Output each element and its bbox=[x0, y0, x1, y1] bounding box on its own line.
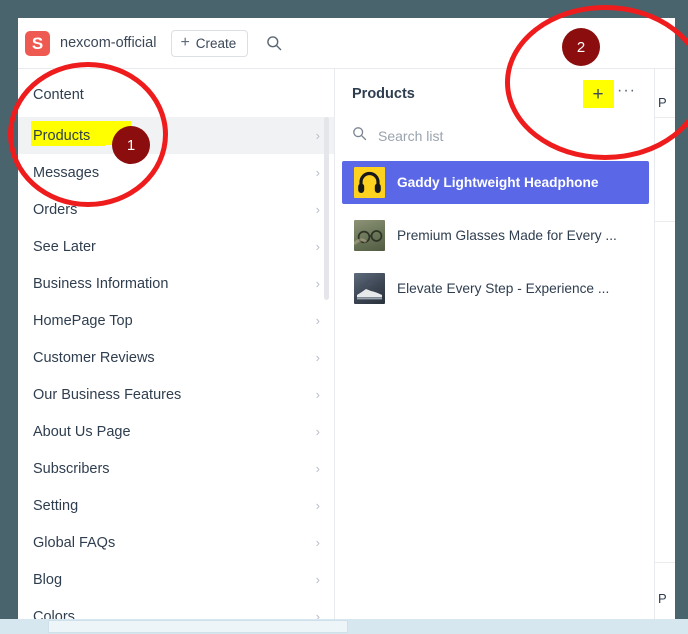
sidebar-item-orders[interactable]: Orders › bbox=[18, 191, 334, 228]
top-bar: S nexcom-official + Create bbox=[18, 18, 675, 69]
create-button[interactable]: + Create bbox=[171, 29, 249, 57]
brand-name: nexcom-official bbox=[60, 35, 157, 51]
detail-panel-divider bbox=[655, 221, 675, 222]
sidebar-item-blog[interactable]: Blog › bbox=[18, 561, 334, 598]
list-panel: Products + ··· Search list Gaddy Lightwe… bbox=[335, 69, 655, 619]
sidebar-item-setting[interactable]: Setting › bbox=[18, 487, 334, 524]
product-thumbnail-headphone bbox=[354, 167, 385, 198]
sidebar-item-global-faqs[interactable]: Global FAQs › bbox=[18, 524, 334, 561]
sidebar-item-our-business-features[interactable]: Our Business Features › bbox=[18, 376, 334, 413]
sidebar-item-see-later[interactable]: See Later › bbox=[18, 228, 334, 265]
sidebar-item-subscribers[interactable]: Subscribers › bbox=[18, 450, 334, 487]
chevron-right-icon: › bbox=[315, 239, 320, 254]
chevron-right-icon: › bbox=[315, 609, 320, 619]
sidebar-item-label: Products bbox=[33, 127, 91, 144]
sidebar-item-label: Global FAQs bbox=[33, 534, 116, 551]
detail-panel-clipped-text: P bbox=[658, 591, 667, 606]
product-thumbnail-shoe bbox=[354, 273, 385, 304]
sidebar-item-label: About Us Page bbox=[33, 423, 131, 440]
sidebar-item-label: Subscribers bbox=[33, 460, 110, 477]
chevron-right-icon: › bbox=[315, 498, 320, 513]
detail-panel-divider bbox=[655, 117, 675, 118]
brand-logo[interactable]: S bbox=[25, 30, 50, 56]
create-button-label: Create bbox=[195, 35, 237, 51]
product-thumbnail-glasses bbox=[354, 220, 385, 251]
body-columns: Content Products › Messages › Orders › S… bbox=[18, 69, 675, 619]
sidebar-item-label: Customer Reviews bbox=[33, 349, 155, 366]
list-search-placeholder: Search list bbox=[378, 128, 444, 144]
search-icon[interactable] bbox=[264, 33, 284, 53]
sidebar-scrollbar[interactable] bbox=[324, 117, 329, 300]
screenshot-root: S nexcom-official + Create Content Produ… bbox=[0, 0, 688, 634]
list-item[interactable]: Elevate Every Step - Experience ... bbox=[342, 267, 649, 310]
list-item-title: Gaddy Lightweight Headphone bbox=[397, 175, 599, 190]
sidebar-item-label: Messages bbox=[33, 164, 100, 181]
sidebar-heading: Content bbox=[33, 87, 84, 103]
sidebar-item-colors[interactable]: Colors › bbox=[18, 598, 334, 620]
list-item-title: Elevate Every Step - Experience ... bbox=[397, 281, 610, 296]
sidebar-item-messages[interactable]: Messages › bbox=[18, 154, 334, 191]
sidebar-item-label: Business Information bbox=[33, 275, 169, 292]
plus-icon: + bbox=[592, 83, 604, 105]
horizontal-scrollbar-track[interactable] bbox=[0, 619, 688, 634]
detail-panel-divider bbox=[655, 562, 675, 563]
sidebar-item-label: See Later bbox=[33, 238, 96, 255]
list-item-title: Premium Glasses Made for Every ... bbox=[397, 228, 617, 243]
product-list: Gaddy Lightweight Headphone Premium Glas… bbox=[335, 153, 654, 310]
list-panel-header: Products + ··· bbox=[335, 69, 654, 119]
chevron-right-icon: › bbox=[315, 461, 320, 476]
list-item[interactable]: Gaddy Lightweight Headphone bbox=[342, 161, 649, 204]
list-panel-more-button[interactable]: ··· bbox=[617, 83, 636, 105]
chevron-right-icon: › bbox=[315, 535, 320, 550]
sidebar-item-label: Blog bbox=[33, 571, 63, 588]
chevron-right-icon: › bbox=[315, 128, 320, 143]
search-icon bbox=[352, 126, 367, 146]
chevron-right-icon: › bbox=[315, 572, 320, 587]
chevron-right-icon: › bbox=[315, 387, 320, 402]
detail-panel-clipped-text: P bbox=[658, 95, 667, 110]
list-panel-actions: + ··· bbox=[583, 80, 636, 108]
detail-panel: P P bbox=[655, 69, 675, 619]
chevron-right-icon: › bbox=[315, 276, 320, 291]
sidebar-item-label: Orders bbox=[33, 201, 78, 218]
chevron-right-icon: › bbox=[315, 165, 320, 180]
sidebar-item-label: Colors bbox=[33, 608, 75, 620]
list-item[interactable]: Premium Glasses Made for Every ... bbox=[342, 214, 649, 257]
app-window: S nexcom-official + Create Content Produ… bbox=[18, 18, 675, 619]
sidebar-item-customer-reviews[interactable]: Customer Reviews › bbox=[18, 339, 334, 376]
sidebar-item-products[interactable]: Products › bbox=[18, 117, 334, 154]
chevron-right-icon: › bbox=[315, 313, 320, 328]
sidebar-item-business-information[interactable]: Business Information › bbox=[18, 265, 334, 302]
sidebar-item-label: Our Business Features bbox=[33, 386, 182, 403]
sidebar-item-label: Setting bbox=[33, 497, 79, 514]
sidebar-item-about-us-page[interactable]: About Us Page › bbox=[18, 413, 334, 450]
list-panel-title: Products bbox=[352, 86, 415, 102]
horizontal-scrollbar-thumb[interactable] bbox=[48, 620, 348, 633]
sidebar-item-homepage-top[interactable]: HomePage Top › bbox=[18, 302, 334, 339]
list-panel-add-button[interactable]: + bbox=[583, 80, 615, 108]
chevron-right-icon: › bbox=[315, 350, 320, 365]
sidebar: Content Products › Messages › Orders › S… bbox=[18, 69, 335, 619]
chevron-right-icon: › bbox=[315, 202, 320, 217]
sidebar-item-label: HomePage Top bbox=[33, 312, 133, 329]
list-search-input[interactable]: Search list bbox=[335, 119, 654, 153]
chevron-right-icon: › bbox=[315, 424, 320, 439]
plus-icon: + bbox=[180, 34, 190, 51]
